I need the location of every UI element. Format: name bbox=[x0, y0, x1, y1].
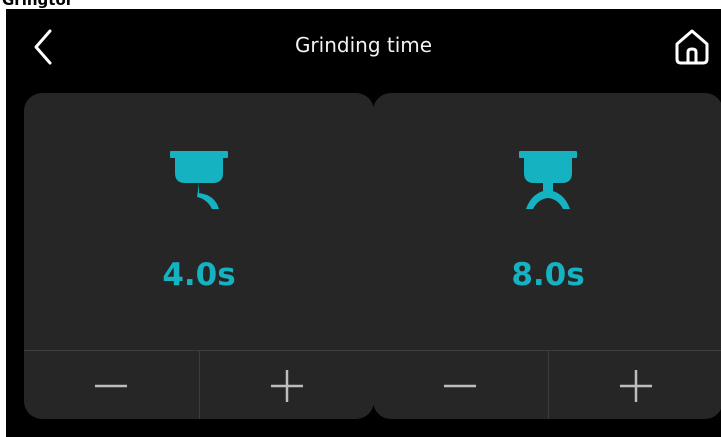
header: Grinding time bbox=[6, 9, 721, 87]
double-spout-portafilter-icon bbox=[519, 151, 577, 209]
top-strip-text: Gringtor bbox=[2, 0, 74, 9]
double-dose-decrease-button[interactable] bbox=[373, 351, 547, 419]
double-dose-card: 8.0s bbox=[373, 93, 721, 419]
double-dose-controls bbox=[373, 350, 721, 419]
single-dose-icon-wrap bbox=[24, 143, 374, 223]
double-dose-icon-wrap bbox=[373, 143, 721, 223]
single-dose-card: 4.0s bbox=[24, 93, 374, 419]
single-dose-decrease-button[interactable] bbox=[24, 351, 198, 419]
plus-icon bbox=[620, 369, 652, 402]
single-dose-controls bbox=[24, 350, 374, 419]
double-dose-increase-button[interactable] bbox=[548, 351, 721, 419]
device-screen: Grinding time 4.0s 8.0s bbox=[6, 9, 721, 437]
single-dose-increase-button[interactable] bbox=[199, 351, 374, 419]
top-strip: Gringtor bbox=[0, 0, 721, 9]
minus-icon bbox=[95, 384, 127, 387]
page-title: Grinding time bbox=[294, 33, 433, 57]
home-button[interactable] bbox=[672, 25, 712, 67]
home-icon bbox=[675, 29, 709, 65]
single-spout-portafilter-icon bbox=[170, 151, 228, 209]
single-dose-time: 4.0s bbox=[162, 257, 236, 293]
double-dose-time: 8.0s bbox=[511, 257, 585, 293]
plus-icon bbox=[271, 369, 303, 402]
minus-icon bbox=[444, 384, 476, 387]
